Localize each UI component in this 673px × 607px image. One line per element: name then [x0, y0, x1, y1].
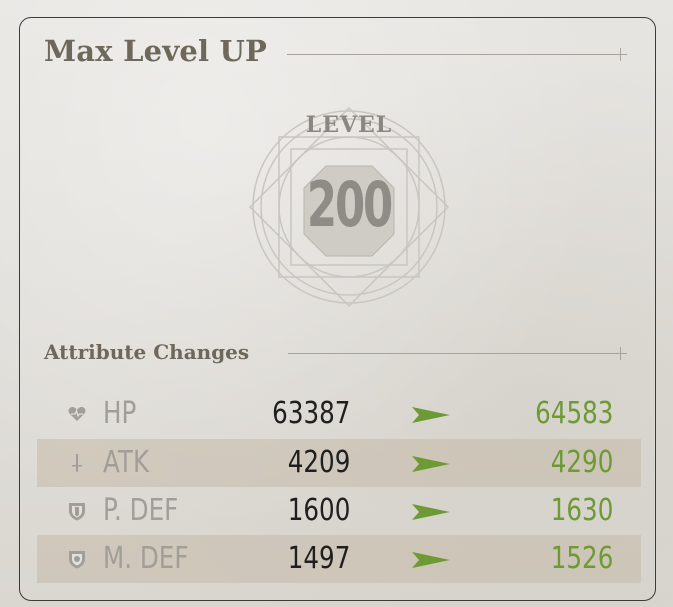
attribute-old-value: 1600	[287, 493, 350, 528]
attribute-row-hp: HP 63387 64583	[37, 390, 641, 438]
attribute-old-value: 1497	[287, 541, 350, 576]
attribute-name: HP	[103, 396, 137, 431]
arrow-right-icon	[412, 504, 450, 520]
level-label: LEVEL	[305, 112, 393, 138]
sword-icon	[72, 454, 82, 473]
attribute-old-value: 63387	[271, 396, 350, 431]
attribute-name: P. DEF	[103, 493, 179, 528]
attribute-name: M. DEF	[103, 541, 189, 576]
attribute-row-p-def: P. DEF 1600 1630	[37, 487, 641, 535]
attribute-new-value: 1526	[550, 541, 613, 576]
attribute-old-value: 4209	[287, 445, 350, 480]
panel-title: Max Level UP	[44, 34, 268, 68]
attribute-name: ATK	[103, 445, 150, 480]
arrow-right-icon	[412, 552, 450, 568]
title-divider	[287, 48, 627, 61]
section-divider	[288, 347, 627, 360]
shield-icon	[69, 503, 85, 521]
level-number: 200	[306, 168, 393, 241]
magic-shield-icon	[69, 551, 85, 569]
heart-icon	[68, 406, 86, 421]
attribute-new-value: 4290	[550, 445, 613, 480]
arrow-right-icon	[412, 456, 450, 472]
attribute-changes-title: Attribute Changes	[44, 340, 250, 364]
attribute-row-atk: ATK 4209 4290	[37, 439, 641, 487]
attribute-new-value: 1630	[550, 493, 613, 528]
arrow-right-icon	[412, 407, 450, 423]
level-up-panel: Max Level UP LEVEL 200 Attribute Changes…	[0, 0, 673, 607]
attribute-row-m-def: M. DEF 1497 1526	[37, 535, 641, 583]
attribute-new-value: 64583	[534, 396, 613, 431]
